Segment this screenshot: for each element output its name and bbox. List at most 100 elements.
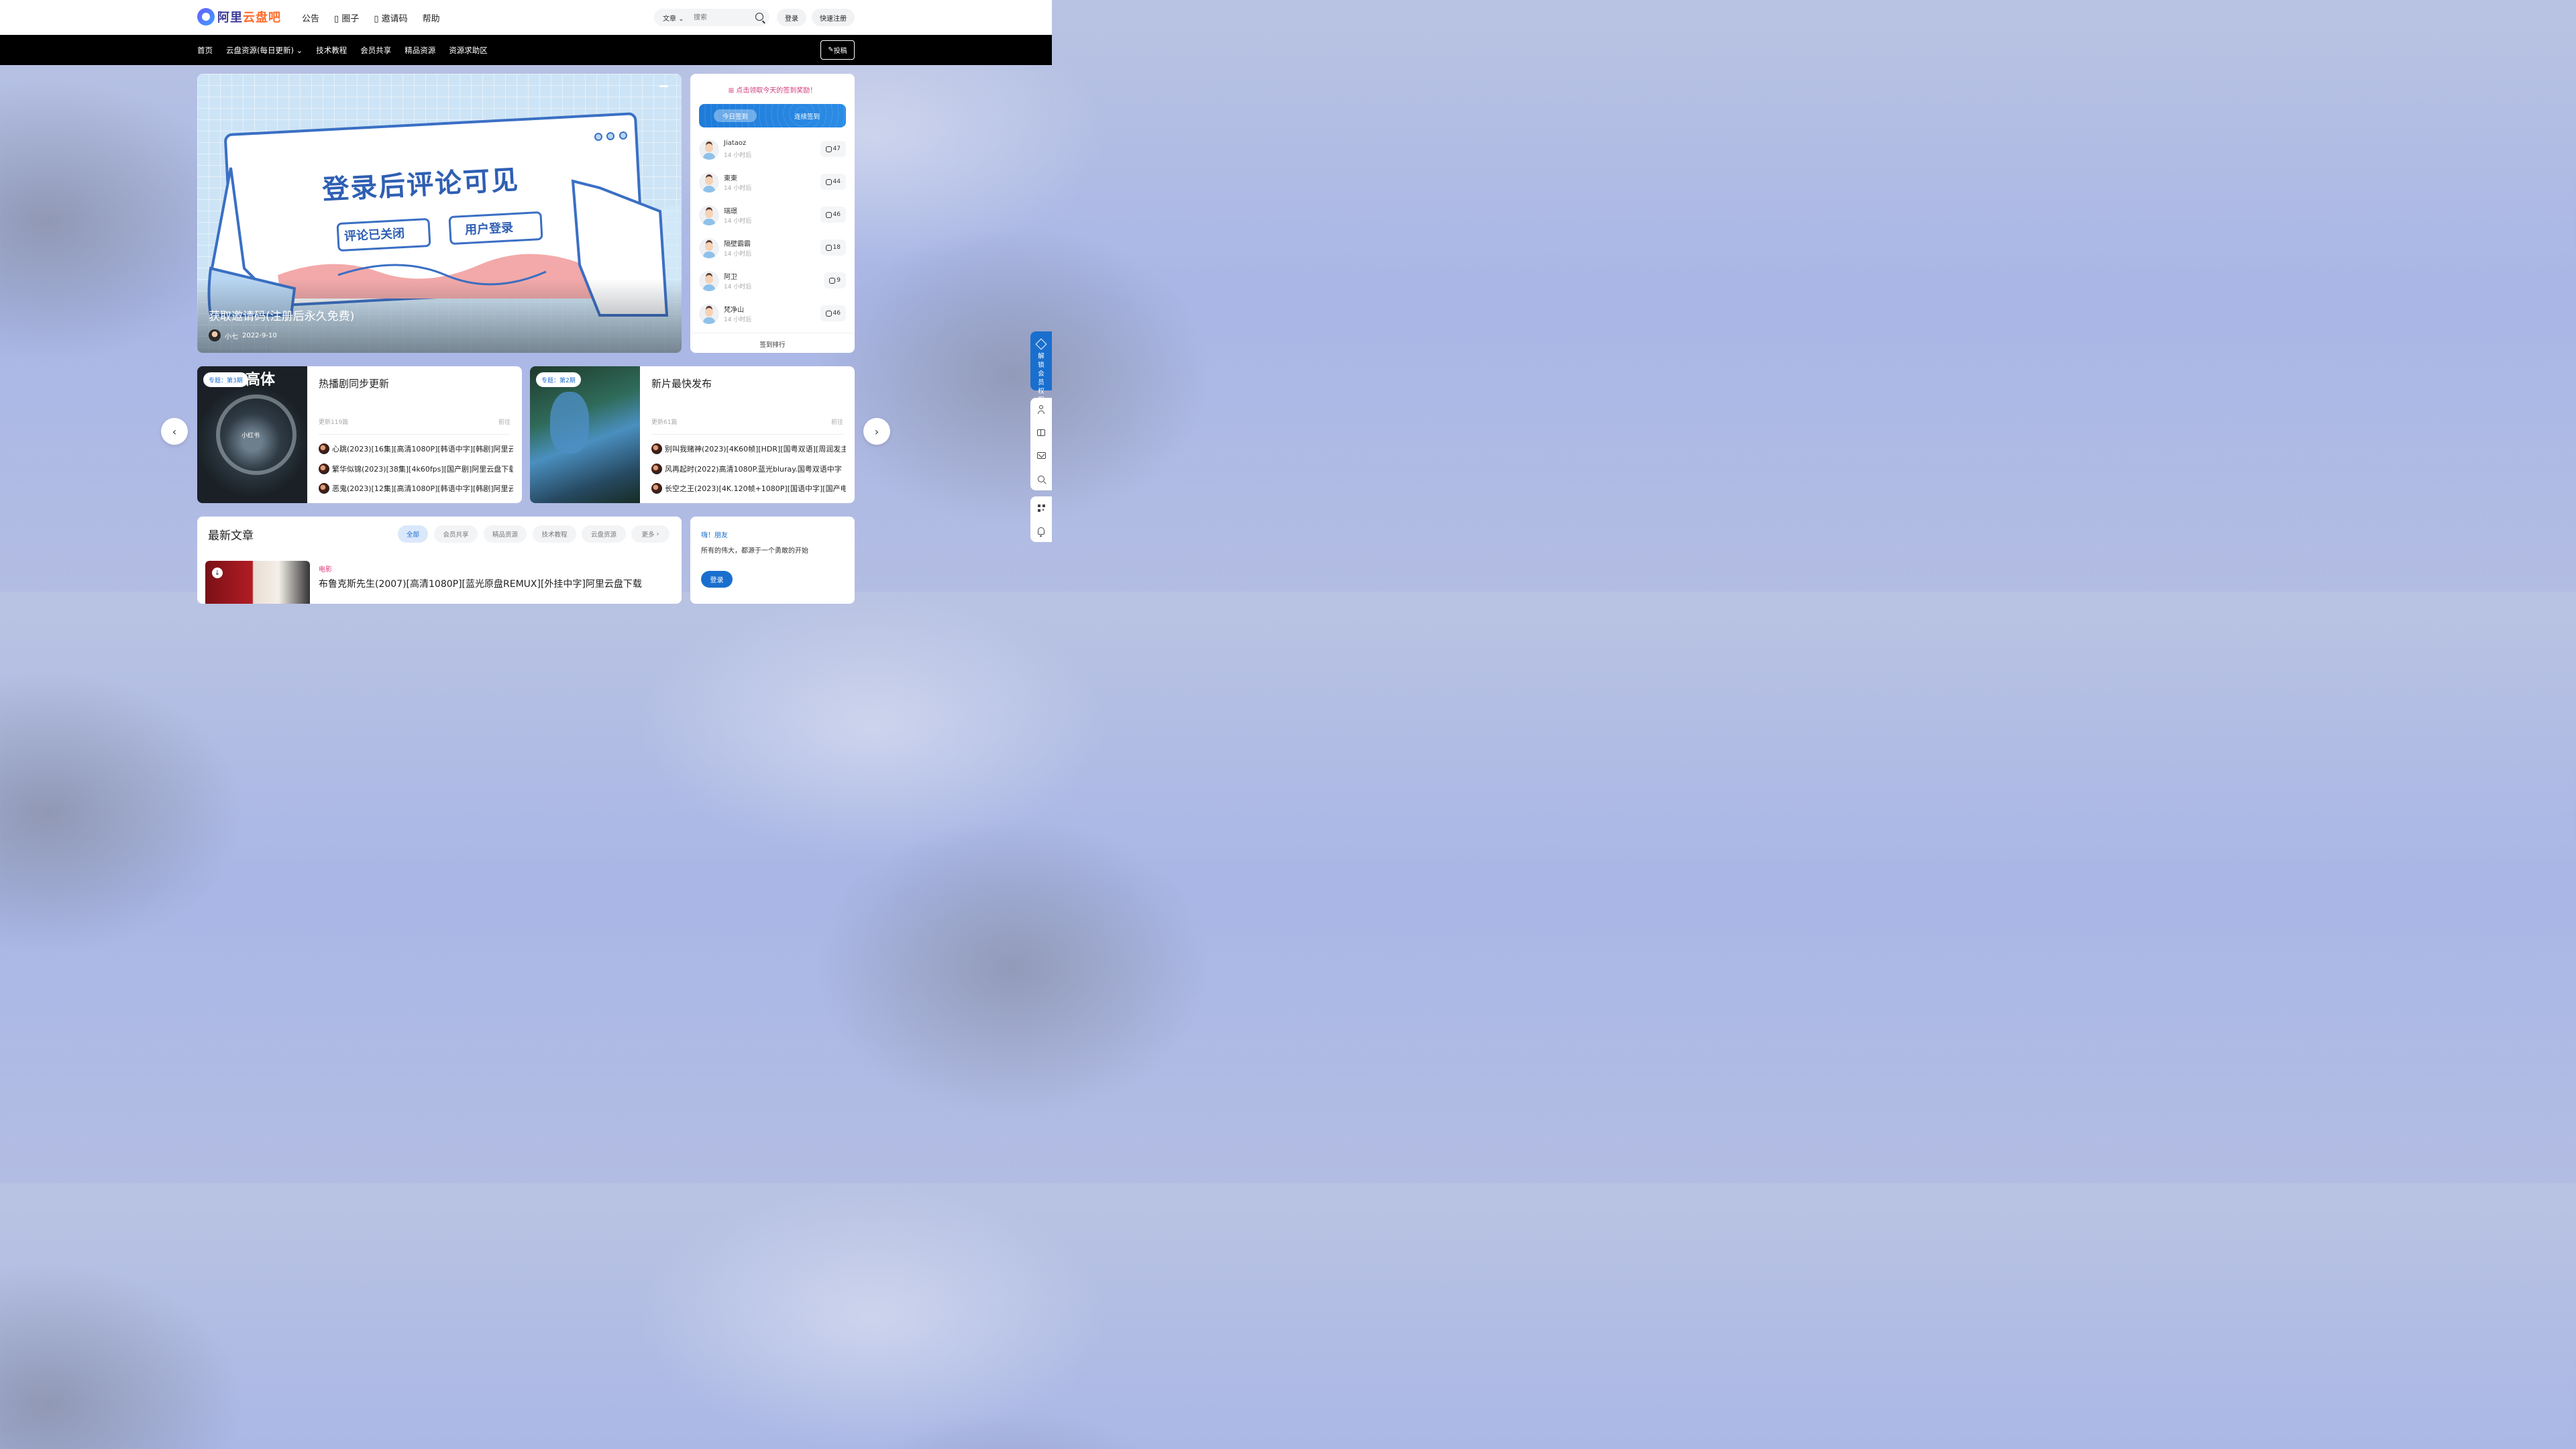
login-button[interactable]: 登录 xyxy=(777,9,806,26)
signin-row[interactable]: Jiataoz 14 小时后 47 xyxy=(699,136,846,163)
tab-streak-signin[interactable]: 连续签到 xyxy=(794,111,820,121)
signin-reward-link[interactable]: ⊞ 点击领取今天的签到奖励！ xyxy=(690,85,855,95)
topic-card[interactable]: 高体 小红书 专题：第3期 热播剧同步更新 更新119篇 前往 心跳(2023)… xyxy=(197,366,522,503)
user-avatar xyxy=(699,205,719,225)
topic-title[interactable]: 新片最快发布 xyxy=(651,376,712,390)
carousel-prev-button[interactable]: ‹ xyxy=(161,418,188,445)
article-thumbnail[interactable]: ↓ xyxy=(205,561,310,604)
tab-all[interactable]: 全部 xyxy=(398,525,428,543)
topic-go-link[interactable]: 前往 xyxy=(498,417,511,426)
tab-tutorials[interactable]: 技术教程 xyxy=(533,525,576,543)
user-avatar xyxy=(699,172,719,193)
search-icon[interactable] xyxy=(1030,468,1052,491)
banner-meta: 小七 2022-9-10 xyxy=(209,329,277,341)
topic-item[interactable]: 心跳(2023)[16集][高清1080P][韩语中字][韩剧]阿里云盘下载 xyxy=(319,443,513,454)
signin-panel: ⊞ 点击领取今天的签到奖励！ 今日签到 连续签到 Jiataoz 14 小时后 … xyxy=(690,74,855,353)
mail-icon[interactable] xyxy=(1030,444,1052,468)
post-button[interactable]: ✎ 投稿 xyxy=(820,40,855,60)
topic-item[interactable]: 风再起时(2022)高清1080P.蓝光bluray.国粤双语中字 xyxy=(651,464,846,474)
cover-overlay-text: 高体 xyxy=(246,372,276,388)
welcome-box: 嗨！朋友 所有的伟大，都源于一个勇敢的开始 登录 xyxy=(690,517,855,604)
section-title: 最新文章 xyxy=(208,529,254,543)
gift-icon[interactable] xyxy=(1030,421,1052,445)
points-badge: 46 xyxy=(820,207,846,223)
vip-label: 解锁会员权限 xyxy=(1038,353,1044,404)
featured-banner[interactable]: 登录后评论可见 评论已关闭 用户登录 获取邀请码(注册后永久免费) 小七 202… xyxy=(197,74,682,353)
feather-icon: ✎ xyxy=(828,46,834,54)
nav-circle[interactable]: ▯ 圈子 xyxy=(334,11,359,24)
invite-icon: ▯ xyxy=(374,14,379,24)
topic-issue-badge: 专题：第3期 xyxy=(203,372,248,387)
author-avatar[interactable] xyxy=(209,329,221,341)
bell-icon[interactable] xyxy=(1030,520,1052,543)
logo-text-a: 阿里 xyxy=(217,11,243,25)
points-badge: 46 xyxy=(820,305,846,321)
article-category[interactable]: 电影 xyxy=(319,564,332,574)
topic-item[interactable]: 别叫我赌神(2023)[4K60帧][HDR][国粤双语][周润发主演] xyxy=(651,443,846,454)
site-logo[interactable]: 阿里云盘吧 xyxy=(197,8,281,25)
item-thumb xyxy=(651,464,662,474)
coin-icon xyxy=(825,211,832,218)
topic-item[interactable]: 长空之王(2023)[4K.120帧+1080P][国语中字][国产电影] xyxy=(651,483,846,494)
user-icon[interactable] xyxy=(1030,398,1052,421)
author-name[interactable]: 小七 xyxy=(225,331,238,341)
tab-today-signin[interactable]: 今日签到 xyxy=(714,109,757,122)
tab-cloud[interactable]: 云盘资源 xyxy=(582,525,626,543)
nav-help-area[interactable]: 资源求助区 xyxy=(449,45,488,56)
user-avatar xyxy=(699,304,719,324)
topic-go-link[interactable]: 前往 xyxy=(831,417,843,426)
qrcode-icon[interactable] xyxy=(1030,496,1052,520)
tab-member-share[interactable]: 会员共享 xyxy=(434,525,478,543)
top-header: 阿里云盘吧 公告 ▯ 圈子 ▯ 邀请码 帮助 文章 ⌄ 登录 快速注册 xyxy=(0,0,1052,35)
signin-row[interactable]: 阿卫 14 小时后 9 xyxy=(699,268,846,294)
nav-help[interactable]: 帮助 xyxy=(423,11,440,24)
nav-premium[interactable]: 精品资源 xyxy=(405,45,435,56)
side-toolbar xyxy=(1030,398,1052,490)
carousel-next-button[interactable]: › xyxy=(863,418,890,445)
search-type-select[interactable]: 文章 ⌄ xyxy=(654,13,692,23)
slide-indicator[interactable] xyxy=(659,85,668,87)
signin-row[interactable]: 東東 14 小时后 44 xyxy=(699,169,846,196)
user-avatar xyxy=(699,271,719,291)
nav-home[interactable]: 首页 xyxy=(197,45,213,56)
logo-text-b: 云盘吧 xyxy=(243,11,281,25)
item-thumb xyxy=(651,443,662,454)
topic-meta: 更新61篇 前往 xyxy=(651,417,843,435)
latest-articles: 最新文章 全部 会员共享 精品资源 技术教程 云盘资源 更多 › ↓ 电影 布鲁… xyxy=(197,517,682,604)
topic-meta: 更新119篇 前往 xyxy=(319,417,511,435)
tab-more[interactable]: 更多 › xyxy=(631,525,669,543)
circle-icon: ▯ xyxy=(334,14,339,24)
banner-image-left-text: 评论已关闭 xyxy=(343,226,405,244)
signin-ranking-link[interactable]: 签到排行 xyxy=(690,333,855,349)
topic-item[interactable]: 繁华似锦(2023)[38集][4k60fps][国产剧]阿里云盘下载 xyxy=(319,464,513,474)
cover-caption: 小红书 xyxy=(241,433,260,439)
topic-title[interactable]: 热播剧同步更新 xyxy=(319,376,389,390)
register-button[interactable]: 快速注册 xyxy=(812,9,855,26)
signin-row[interactable]: 瑞璟 14 小时后 46 xyxy=(699,202,846,229)
signin-row[interactable]: 隔壁霸霸 14 小时后 18 xyxy=(699,235,846,262)
signin-row[interactable]: 梵净山 14 小时后 46 xyxy=(699,301,846,327)
tab-premium[interactable]: 精品资源 xyxy=(484,525,527,543)
item-thumb xyxy=(319,443,329,454)
banner-title[interactable]: 获取邀请码(注册后永久免费) xyxy=(209,307,354,323)
welcome-login-button[interactable]: 登录 xyxy=(701,571,733,588)
article-title[interactable]: 布鲁克斯先生(2007)[高清1080P][蓝光原盘REMUX][外挂中字]阿里… xyxy=(319,577,642,590)
search-input[interactable] xyxy=(692,13,755,22)
nav-member-share[interactable]: 会员共享 xyxy=(360,45,391,56)
nav-invite-code[interactable]: ▯ 邀请码 xyxy=(374,11,407,24)
coin-icon xyxy=(825,146,832,152)
nav-tech-tutorials[interactable]: 技术教程 xyxy=(316,45,347,56)
user-avatar xyxy=(699,140,719,160)
search-icon[interactable] xyxy=(755,13,763,21)
unlock-vip-tab[interactable]: 解锁会员权限 xyxy=(1030,331,1052,404)
topic-item[interactable]: 恶鬼(2023)[12集][高清1080P][韩语中字][韩剧]阿里云盘下载 xyxy=(319,483,513,494)
nav-cloud-resources[interactable]: 云盘资源(每日更新) ⌄ xyxy=(226,45,303,56)
points-badge: 47 xyxy=(820,141,846,157)
top-nav: 公告 ▯ 圈子 ▯ 邀请码 帮助 xyxy=(302,11,440,24)
side-toolbar-secondary xyxy=(1030,496,1052,542)
download-icon: ↓ xyxy=(212,568,223,578)
topic-card[interactable]: 专题：第2期 新片最快发布 更新61篇 前往 别叫我赌神(2023)[4K60帧… xyxy=(530,366,855,503)
nav-announcement[interactable]: 公告 xyxy=(302,11,319,24)
topic-count: 更新61篇 xyxy=(651,419,678,426)
banner-image-right-text: 用户登录 xyxy=(464,221,514,237)
